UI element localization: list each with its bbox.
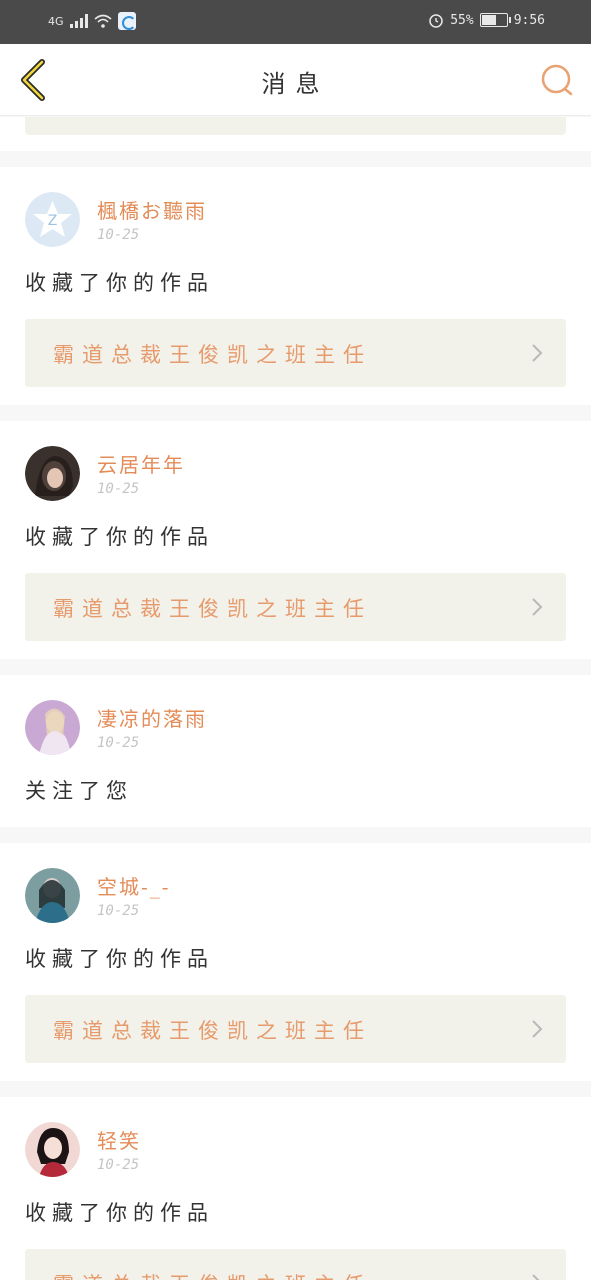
app-notification-icon (117, 12, 136, 30)
work-link[interactable]: 霸道总裁王俊凯之班主任 (25, 319, 566, 387)
message-date: 10-25 (97, 903, 140, 919)
nav-bar: 消息 (0, 44, 591, 116)
work-title: 霸道总裁王俊凯之班主任 (53, 1269, 372, 1280)
battery-icon (479, 13, 511, 27)
avatar[interactable] (25, 446, 80, 501)
status-right: 55% 9:56 (428, 12, 545, 28)
message-action: 关注了您 (25, 779, 133, 803)
clock: 9:56 (513, 12, 545, 28)
work-link[interactable]: 霸道总裁王俊凯之班主任 (25, 1249, 566, 1280)
avatar[interactable]: Z (25, 192, 80, 247)
work-link[interactable]: 霸道总裁王俊凯之班主任 (25, 573, 566, 641)
status-bar: 4G 55% 9:56 (0, 0, 591, 44)
chevron-right-icon (532, 1274, 540, 1280)
work-title: 霸道总裁王俊凯之班主任 (53, 1019, 372, 1043)
message-list: Z 楓橋お聽雨 10-25 收藏了你的作品 霸道总裁王俊凯之班主任 云居年年 1… (0, 117, 591, 1280)
user-photo-icon (25, 1122, 80, 1177)
chevron-right-icon (532, 598, 543, 616)
message-action: 收藏了你的作品 (25, 947, 214, 971)
user-photo-icon (25, 868, 80, 923)
search-icon (541, 64, 573, 96)
work-title: 霸道总裁王俊凯之班主任 (53, 343, 372, 367)
message-action: 收藏了你的作品 (25, 271, 214, 295)
user-photo-icon (25, 700, 80, 755)
message-date: 10-25 (97, 227, 140, 243)
chevron-right-icon (532, 344, 543, 362)
battery-percent: 55% (450, 12, 474, 28)
username[interactable]: 楓橋お聽雨 (97, 195, 207, 224)
message-card: 凄凉的落雨 10-25 关注了您 (0, 675, 591, 827)
chevron-right-icon (532, 1020, 543, 1038)
avatar[interactable] (25, 868, 80, 923)
message-card: 空城-_- 10-25 收藏了你的作品 霸道总裁王俊凯之班主任 (0, 843, 591, 1081)
message-date: 10-25 (97, 481, 140, 497)
search-button[interactable] (539, 62, 575, 98)
page-title: 消息 (261, 70, 330, 98)
network-label: 4G (48, 14, 64, 28)
signal-icon (69, 14, 88, 28)
previous-card-remnant (0, 117, 591, 151)
message-card: Z 楓橋お聽雨 10-25 收藏了你的作品 霸道总裁王俊凯之班主任 (0, 167, 591, 405)
message-date: 10-25 (97, 735, 140, 751)
user-photo-icon (25, 446, 80, 501)
work-link[interactable]: 霸道总裁王俊凯之班主任 (25, 995, 566, 1063)
username[interactable]: 空城-_- (97, 871, 171, 900)
message-date: 10-25 (97, 1157, 140, 1173)
username[interactable]: 云居年年 (97, 449, 185, 478)
wifi-icon (94, 14, 112, 28)
username[interactable]: 轻笑 (97, 1125, 141, 1154)
status-left: 4G (48, 12, 136, 30)
message-action: 收藏了你的作品 (25, 525, 214, 549)
alarm-icon (429, 14, 443, 28)
message-action: 收藏了你的作品 (25, 1201, 214, 1225)
message-card: 云居年年 10-25 收藏了你的作品 霸道总裁王俊凯之班主任 (0, 421, 591, 659)
avatar[interactable] (25, 700, 80, 755)
svg-text:Z: Z (48, 213, 58, 229)
username[interactable]: 凄凉的落雨 (97, 703, 207, 732)
previous-work-link[interactable] (25, 117, 566, 135)
message-card: 轻笑 10-25 收藏了你的作品 霸道总裁王俊凯之班主任 (0, 1097, 591, 1280)
default-avatar-icon: Z (25, 192, 80, 247)
work-title: 霸道总裁王俊凯之班主任 (53, 597, 372, 621)
avatar[interactable] (25, 1122, 80, 1177)
